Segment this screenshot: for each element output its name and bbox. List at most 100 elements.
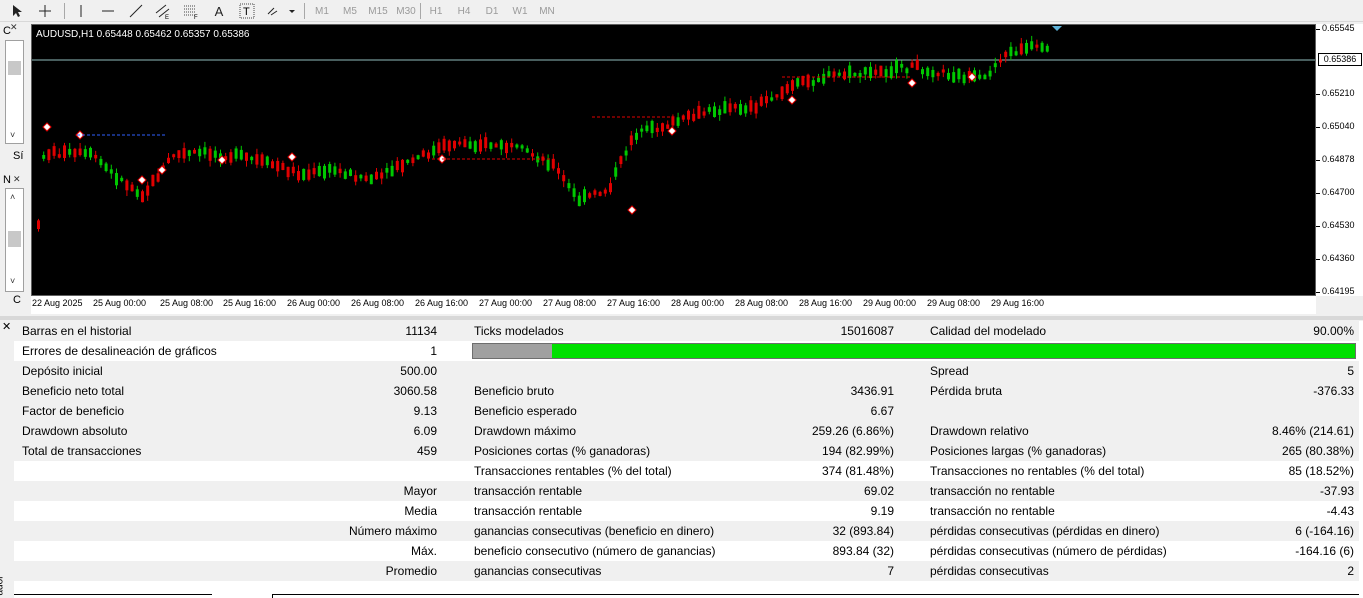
candle-body [1019,43,1023,55]
scroll-thumb[interactable] [8,231,21,247]
arrows-dropdown-icon[interactable] [264,2,296,20]
report-c3-value: 5 [1347,364,1354,378]
candle-body [614,167,618,177]
candle-body [395,160,399,171]
cursor-icon[interactable] [6,2,28,20]
timeframe-m1[interactable]: M1 [310,3,334,19]
chevron-down-icon[interactable]: ˅ [10,276,15,286]
candle-body [562,175,566,182]
candle-body [952,72,956,83]
report-c1-value: 9.13 [413,404,437,418]
candle-body [255,154,259,165]
candle-body [260,154,264,166]
time-label: 26 Aug 08:00 [351,298,405,308]
candle-body [68,148,72,155]
timeframe-h1[interactable]: H1 [424,3,448,19]
side-tab-label[interactable]: ador [0,575,6,595]
candle-body [213,150,217,158]
text-label-icon[interactable]: T [236,2,258,20]
candle-body [572,188,576,197]
candle-body [811,80,815,86]
horizontal-line-icon[interactable] [97,2,119,20]
report-c2-value: 194 (82.99%) [821,444,894,458]
candle-body [250,156,254,161]
candle-body [645,125,649,132]
candle-body [359,174,363,179]
candle-body [343,171,347,179]
price-label: 0.64360 [1322,253,1355,263]
report-c3-value: 90.00% [1313,324,1354,338]
price-chart[interactable]: AUDUSD,H1 0.65448 0.65462 0.65357 0.6538… [31,24,1316,296]
candle-body [661,123,664,132]
vertical-line-icon[interactable] [70,2,92,20]
chevron-up-icon[interactable]: ˄ [10,192,15,202]
report-c2-label: beneficio consecutivo (número de gananci… [474,544,716,558]
fibonacci-icon[interactable]: F [180,2,202,20]
candle-body [312,168,316,175]
candle-body [146,185,150,196]
panel-tab-bottom[interactable]: C [13,294,21,306]
timeframe-m30[interactable]: M30 [394,3,418,19]
equidistant-channel-icon[interactable]: E [152,2,174,20]
chart-shift-marker [1052,26,1062,31]
time-label: 25 Aug 00:00 [93,298,147,308]
top-scrollbar[interactable] [5,40,24,144]
candle-body [135,189,139,197]
candle-body [869,66,872,79]
timeframe-w1[interactable]: W1 [508,3,532,19]
candle-body [302,168,306,180]
price-tick [1316,259,1320,260]
price-scale[interactable]: 0.65545 0.65210 0.65040 0.64878 0.64700 0.645… [1316,23,1363,296]
candle-body [728,103,732,113]
chevron-down-icon[interactable]: ˅ [10,130,15,140]
trendline-icon[interactable] [125,2,147,20]
timeframe-m5[interactable]: M5 [338,3,362,19]
candle-body [109,169,113,174]
candle-body [905,68,909,74]
close-icon[interactable]: ✕ [13,174,21,185]
price-tick [1316,94,1320,95]
candle-body [125,180,129,191]
crosshair-icon[interactable] [34,2,56,20]
time-scale[interactable]: 22 Aug 2025 25 Aug 00:00 25 Aug 08:00 25 Au… [31,296,1316,314]
candle-body [707,107,711,112]
candle-body [463,139,467,148]
report-c3-value: 6 (-164.16) [1295,524,1354,538]
candle-body [89,147,92,158]
candle-body [198,148,202,157]
panel-tab-top[interactable]: Sí [13,150,23,162]
report-c2-value: 3436.91 [850,384,894,398]
report-c1-value: 500.00 [400,364,437,378]
candle-body [505,142,508,154]
candle-body [349,169,352,176]
panel-splitter[interactable] [0,316,1363,320]
candle-body [583,189,586,203]
close-icon[interactable]: ✕ [2,320,11,333]
report-c1-label: Barras en el historial [22,324,132,338]
report-c2-value: 32 (893.84) [832,524,894,538]
time-label: 28 Aug 00:00 [671,298,725,308]
timeframe-h4[interactable]: H4 [452,3,476,19]
candle-body [817,77,820,83]
candle-body [910,62,914,68]
report-c2-value: 7 [887,564,894,578]
text-tool-icon[interactable]: A [208,2,230,20]
report-c1-value: Promedio [385,564,437,578]
candle-body [687,110,690,120]
report-c3-label: transacción no rentable [930,484,1055,498]
candle-body [624,150,628,156]
candle-body [603,189,607,194]
timeframe-d1[interactable]: D1 [480,3,504,19]
candle-body [791,80,794,91]
time-label: 26 Aug 00:00 [287,298,341,308]
timeframe-mn[interactable]: MN [535,3,559,19]
scroll-thumb[interactable] [8,61,21,75]
candle-body [889,66,893,79]
candle-body [172,154,176,158]
report-c2-label: Ticks modelados [474,324,564,338]
candle-body [723,101,727,114]
timeframe-m15[interactable]: M15 [366,3,390,19]
candle-body [895,60,898,74]
close-icon[interactable]: ✕ [10,22,18,33]
report-c2-label: transacción rentable [474,504,583,518]
